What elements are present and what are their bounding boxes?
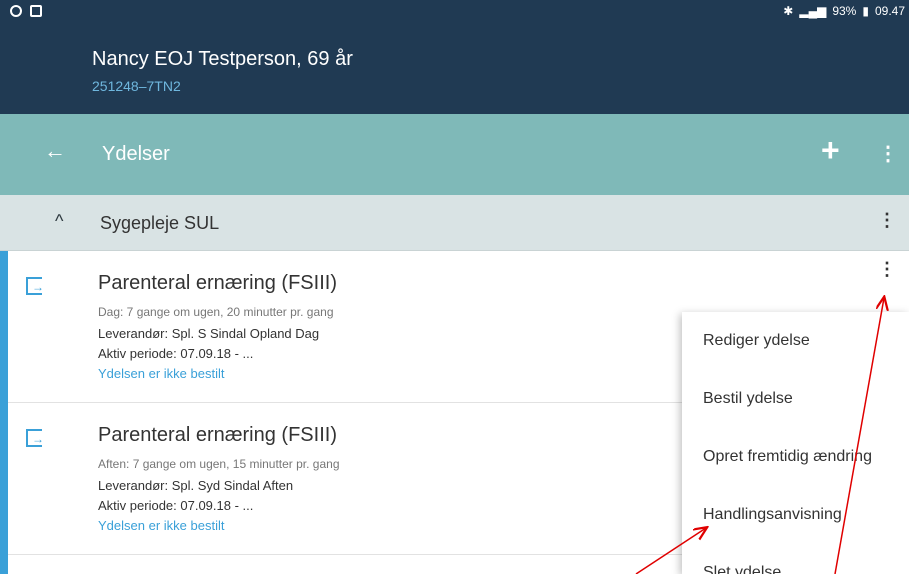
assign-icon (26, 277, 44, 295)
item-more-icon[interactable]: ⋮ (878, 259, 896, 280)
menu-item-delete[interactable]: Slet ydelse (682, 544, 909, 574)
back-arrow-icon[interactable]: ← (44, 138, 66, 164)
page-title: Ydelser (102, 143, 170, 165)
menu-item-instructions[interactable]: Handlingsanvisning (682, 486, 909, 544)
section-more-icon[interactable]: ⋮ (878, 210, 896, 231)
eye-icon (10, 5, 22, 17)
selection-accent (0, 251, 8, 574)
menu-item-edit[interactable]: Rediger ydelse (682, 312, 909, 370)
menu-item-order[interactable]: Bestil ydelse (682, 370, 909, 428)
clock: 09.47 (874, 4, 905, 18)
item-provider: Leverandør: Spl. Syd Sindal Aften (98, 478, 294, 493)
section-header[interactable]: ^ Sygepleje SUL ⋮ (0, 195, 909, 251)
section-title: Sygepleje SUL (100, 213, 220, 233)
item-title: Parenteral ernæring (FSIII) (98, 272, 337, 294)
status-bar: ✱ ▂▄▆ 93% ▮ 09.47 (0, 0, 909, 22)
item-period: Aktiv periode: 07.09.18 - ... (98, 498, 254, 513)
app-toolbar: ← Ydelser + ⋮ (0, 114, 909, 195)
assign-icon (26, 429, 44, 447)
item-frequency: Aften: 7 gange om ugen, 15 minutter pr. … (98, 457, 340, 471)
item-status: Ydelsen er ikke bestilt (98, 366, 225, 381)
patient-name: Nancy EOJ Testperson, 69 år (92, 48, 353, 70)
item-status: Ydelsen er ikke bestilt (98, 518, 225, 533)
menu-item-future-change[interactable]: Opret fremtidig ændring (682, 428, 909, 486)
item-period: Aktiv periode: 07.09.18 - ... (98, 346, 254, 361)
item-frequency: Dag: 7 gange om ugen, 20 minutter pr. ga… (98, 305, 334, 319)
chevron-up-icon[interactable]: ^ (55, 211, 63, 232)
item-provider: Leverandør: Spl. S Sindal Opland Dag (98, 326, 320, 341)
camera-icon (30, 5, 42, 17)
add-icon[interactable]: + (821, 132, 840, 169)
context-menu: Rediger ydelse Bestil ydelse Opret fremt… (682, 312, 909, 574)
item-title: Parenteral ernæring (FSIII) (98, 424, 337, 446)
battery-level: 93% (832, 4, 857, 18)
signal-icon: ▂▄▆ (799, 4, 827, 18)
patient-header: Nancy EOJ Testperson, 69 år 251248–7TN2 (0, 22, 909, 114)
patient-id: 251248–7TN2 (92, 78, 181, 94)
bluetooth-icon: ✱ (783, 4, 794, 18)
toolbar-more-icon[interactable]: ⋮ (878, 141, 898, 166)
battery-icon: ▮ (862, 4, 869, 18)
